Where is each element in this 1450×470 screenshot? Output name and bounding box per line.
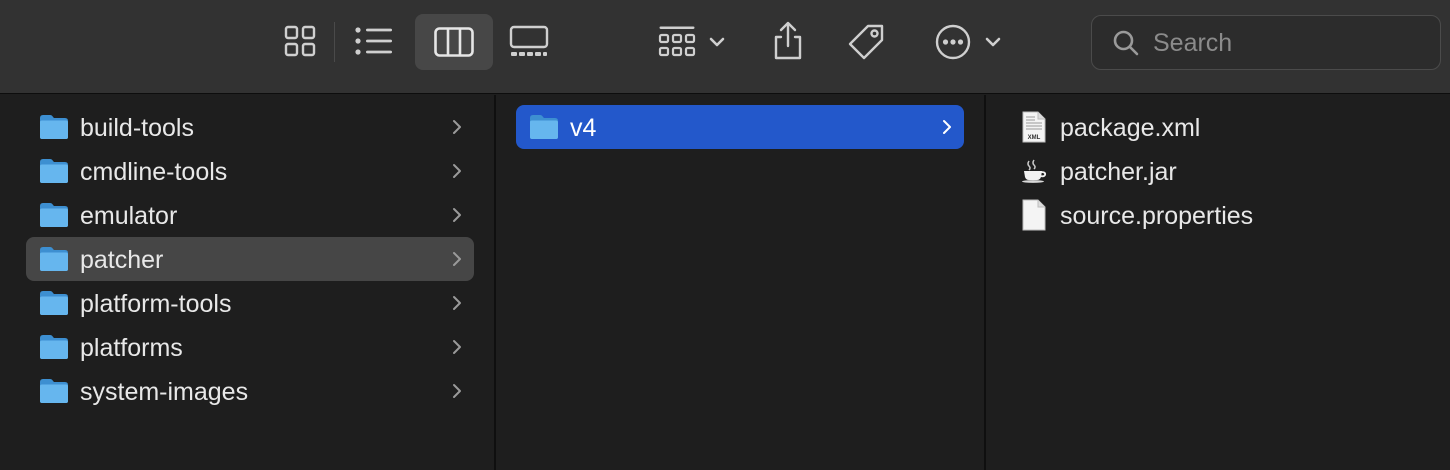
column-2 bbox=[496, 95, 984, 470]
chevron-right-icon bbox=[452, 251, 462, 267]
folder-icon bbox=[39, 114, 69, 140]
more-icon bbox=[935, 24, 971, 60]
folder-icon bbox=[39, 246, 69, 272]
chevron-right-icon bbox=[942, 119, 952, 135]
toolbar bbox=[0, 0, 1450, 94]
chevron-right-icon bbox=[452, 119, 462, 135]
folder-row[interactable]: platforms bbox=[26, 325, 474, 369]
folder-icon bbox=[529, 114, 559, 140]
column-browser: build-tools cmdline-tools emulator patch… bbox=[0, 95, 1450, 470]
folder-row[interactable]: cmdline-tools bbox=[26, 149, 474, 193]
xml-label: XML bbox=[1028, 135, 1041, 141]
group-button[interactable] bbox=[651, 14, 733, 70]
java-file-icon bbox=[1020, 159, 1048, 191]
icon-view-button[interactable] bbox=[274, 14, 326, 68]
list-view-button[interactable] bbox=[346, 14, 402, 68]
item-label: cmdline-tools bbox=[80, 158, 228, 186]
folder-row[interactable]: v4 bbox=[516, 105, 964, 149]
folder-icon bbox=[39, 158, 69, 184]
tag-icon bbox=[848, 24, 884, 60]
more-button[interactable] bbox=[926, 14, 1010, 70]
chevron-right-icon bbox=[452, 207, 462, 223]
group-icon bbox=[658, 26, 696, 57]
tag-button[interactable] bbox=[840, 14, 892, 70]
chevron-right-icon bbox=[452, 339, 462, 355]
search-field[interactable] bbox=[1091, 15, 1441, 70]
file-row[interactable]: patcher.jar bbox=[1006, 149, 1436, 193]
toolbar-separator bbox=[334, 22, 335, 62]
gallery-icon bbox=[509, 25, 549, 56]
gallery-view-button[interactable] bbox=[502, 14, 556, 68]
folder-row[interactable]: build-tools bbox=[26, 105, 474, 149]
item-label: build-tools bbox=[80, 114, 194, 142]
list-icon bbox=[355, 27, 392, 55]
item-label: source.properties bbox=[1060, 202, 1254, 230]
item-label: patcher.jar bbox=[1060, 158, 1177, 186]
item-label: platform-tools bbox=[80, 290, 232, 318]
item-label: system-images bbox=[80, 378, 249, 406]
item-label: patcher bbox=[80, 246, 164, 274]
columns-icon bbox=[434, 27, 474, 57]
column-view-button[interactable] bbox=[415, 14, 493, 70]
item-label: package.xml bbox=[1060, 114, 1201, 142]
folder-icon bbox=[39, 378, 69, 404]
folder-row[interactable]: patcher bbox=[26, 237, 474, 281]
chevron-down-icon bbox=[985, 37, 1001, 47]
folder-icon bbox=[39, 202, 69, 228]
chevron-right-icon bbox=[452, 163, 462, 179]
item-label: emulator bbox=[80, 202, 178, 230]
search-icon bbox=[1113, 30, 1139, 56]
file-row[interactable]: XML package.xml bbox=[1006, 105, 1436, 149]
text-file-icon bbox=[1022, 199, 1050, 231]
share-button[interactable] bbox=[764, 12, 812, 70]
folder-row[interactable]: system-images bbox=[26, 369, 474, 413]
grid-icon bbox=[284, 25, 316, 57]
chevron-right-icon bbox=[452, 295, 462, 311]
share-icon bbox=[774, 21, 802, 60]
xml-file-icon: XML bbox=[1022, 111, 1050, 143]
folder-icon bbox=[39, 334, 69, 360]
chevron-down-icon bbox=[709, 37, 725, 47]
item-label: v4 bbox=[570, 114, 597, 142]
item-label: platforms bbox=[80, 334, 183, 362]
file-row[interactable]: source.properties bbox=[1006, 193, 1436, 237]
folder-row[interactable]: emulator bbox=[26, 193, 474, 237]
folder-row[interactable]: platform-tools bbox=[26, 281, 474, 325]
folder-icon bbox=[39, 290, 69, 316]
chevron-right-icon bbox=[452, 383, 462, 399]
search-input[interactable] bbox=[1153, 24, 1423, 62]
